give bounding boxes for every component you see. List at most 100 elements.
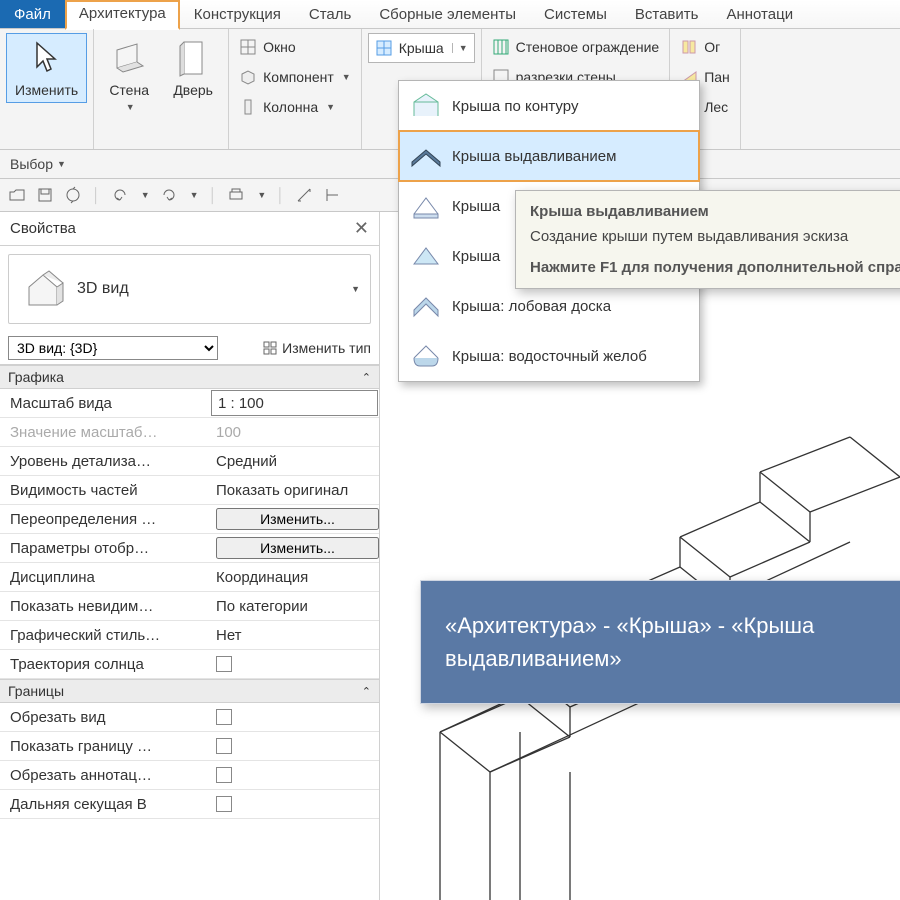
row-discipline-value[interactable]: Координация (210, 563, 379, 591)
menu-file[interactable]: Файл (0, 0, 65, 28)
row-gstyle-label: Графический стиль… (0, 627, 210, 644)
row-parts-label: Видимость частей (0, 482, 210, 499)
rail-button[interactable]: Ог (676, 33, 734, 61)
door-label: Дверь (173, 82, 213, 98)
edit-type-button[interactable]: Изменить тип (262, 340, 371, 356)
wall-button[interactable]: Стена▼ (100, 33, 158, 117)
curtain-wall-label: Стеновое ограждение (516, 39, 660, 55)
open-icon[interactable] (8, 186, 26, 204)
roof-fascia-icon (410, 290, 442, 322)
menu-systems[interactable]: Системы (530, 0, 621, 28)
cursor-icon (27, 38, 67, 78)
row-override-label: Переопределения … (0, 511, 210, 528)
properties-title: Свойства (10, 220, 76, 237)
group-graphics[interactable]: Графика⌃ (0, 365, 379, 389)
row-sun-label: Траектория солнца (0, 656, 210, 673)
modify-button[interactable]: Изменить (6, 33, 87, 103)
close-icon[interactable]: ✕ (354, 218, 369, 239)
menu-steel[interactable]: Сталь (295, 0, 365, 28)
roof-label: Крыша (399, 40, 444, 56)
row-hidden-label: Показать невидим… (0, 598, 210, 615)
type-label: 3D вид (77, 280, 129, 298)
row-farclip-label: Дальняя секущая В (0, 796, 210, 813)
row-sun-checkbox[interactable] (216, 656, 232, 672)
row-detail-label: Уровень детализа… (0, 453, 210, 470)
tooltip-f1: Нажмите F1 для получения дополнительной … (530, 257, 900, 278)
wall-label: Стена (109, 82, 149, 98)
roof-gutter[interactable]: Крыша: водосточный желоб (399, 331, 699, 381)
tooltip-title: Крыша выдавливанием (530, 201, 900, 222)
redo-icon[interactable] (160, 186, 178, 204)
row-hidden-value[interactable]: По категории (210, 592, 379, 620)
roof-generic2-icon (410, 240, 442, 272)
view-selector[interactable]: 3D вид: {3D} (8, 336, 218, 360)
row-discipline-label: Дисциплина (0, 569, 210, 586)
roof-by-extrusion[interactable]: Крыша выдавливанием (398, 130, 700, 182)
column-label: Колонна (263, 99, 318, 115)
modify-label: Изменить (15, 82, 78, 98)
row-gstyle-value[interactable]: Нет (210, 621, 379, 649)
column-icon (239, 98, 257, 116)
roof-footprint-icon (410, 90, 442, 122)
component-icon (239, 68, 257, 86)
wall-icon (109, 38, 149, 78)
roof-icon (375, 39, 393, 57)
type-selector[interactable]: 3D вид ▼ (8, 254, 371, 324)
row-scaleval-value: 100 (210, 418, 379, 446)
row-dispopt-button[interactable]: Изменить... (216, 537, 379, 559)
row-detail-value[interactable]: Средний (210, 447, 379, 475)
menu-insert[interactable]: Вставить (621, 0, 713, 28)
row-crop-checkbox[interactable] (216, 709, 232, 725)
align-icon[interactable] (323, 186, 341, 204)
measure-icon[interactable] (295, 186, 313, 204)
roof-button[interactable]: Крыша▼ (368, 33, 475, 63)
row-override-button[interactable]: Изменить... (216, 508, 379, 530)
curtain-wall-button[interactable]: Стеновое ограждение (488, 33, 664, 61)
properties-header: Свойства ✕ (0, 212, 379, 246)
dd-label: Крыша (452, 248, 500, 265)
dd-label: Крыша: лобовая доска (452, 298, 611, 315)
rail-icon (680, 38, 698, 56)
roof-by-footprint[interactable]: Крыша по контуру (399, 81, 699, 131)
undo-icon[interactable] (111, 186, 129, 204)
save-icon[interactable] (36, 186, 54, 204)
group-bounds[interactable]: Границы⌃ (0, 679, 379, 703)
dd-label: Крыша выдавливанием (452, 148, 616, 165)
tooltip-body: Создание крыши путем выдавливания эскиза (530, 226, 900, 247)
row-cropann-checkbox[interactable] (216, 767, 232, 783)
menu-structure[interactable]: Конструкция (180, 0, 295, 28)
column-button[interactable]: Колонна▼ (235, 93, 355, 121)
window-icon (239, 38, 257, 56)
menu-architecture[interactable]: Архитектура (65, 0, 180, 30)
tooltip: Крыша выдавливанием Создание крыши путем… (515, 190, 900, 289)
row-scale-value[interactable]: 1 : 100 (211, 390, 378, 416)
row-farclip-checkbox[interactable] (216, 796, 232, 812)
curtain-wall-icon (492, 38, 510, 56)
row-dispopt-label: Параметры отобр… (0, 540, 210, 557)
row-parts-value[interactable]: Показать оригинал (210, 476, 379, 504)
door-button[interactable]: Дверь (164, 33, 222, 103)
row-cropvis-checkbox[interactable] (216, 738, 232, 754)
menu-annotation[interactable]: Аннотаци (712, 0, 807, 28)
row-scale-label: Масштаб вида (0, 395, 210, 412)
row-crop-label: Обрезать вид (0, 709, 210, 726)
door-icon (173, 38, 213, 78)
properties-panel: Свойства ✕ 3D вид ▼ 3D вид: {3D} Изменит… (0, 212, 380, 900)
component-button[interactable]: Компонент▼ (235, 63, 355, 91)
roof-generic1-icon (410, 190, 442, 222)
sync-icon[interactable] (64, 186, 82, 204)
dd-label: Крыша по контуру (452, 98, 578, 115)
select-group-label: Выбор (10, 156, 53, 172)
component-label: Компонент (263, 69, 334, 85)
roof-gutter-icon (410, 340, 442, 372)
window-button[interactable]: Окно (235, 33, 355, 61)
menu-assemblies[interactable]: Сборные элементы (365, 0, 530, 28)
chevron-down-icon[interactable]: ▼ (57, 159, 66, 169)
instruction-callout: «Архитектура» - «Крыша» - «Крыша выдавли… (420, 580, 900, 704)
view3d-icon (19, 265, 67, 313)
roof-extrusion-icon (410, 140, 442, 172)
print-icon[interactable] (227, 186, 245, 204)
row-cropvis-label: Показать границу … (0, 738, 210, 755)
dd-label: Крыша (452, 198, 500, 215)
window-label: Окно (263, 39, 296, 55)
